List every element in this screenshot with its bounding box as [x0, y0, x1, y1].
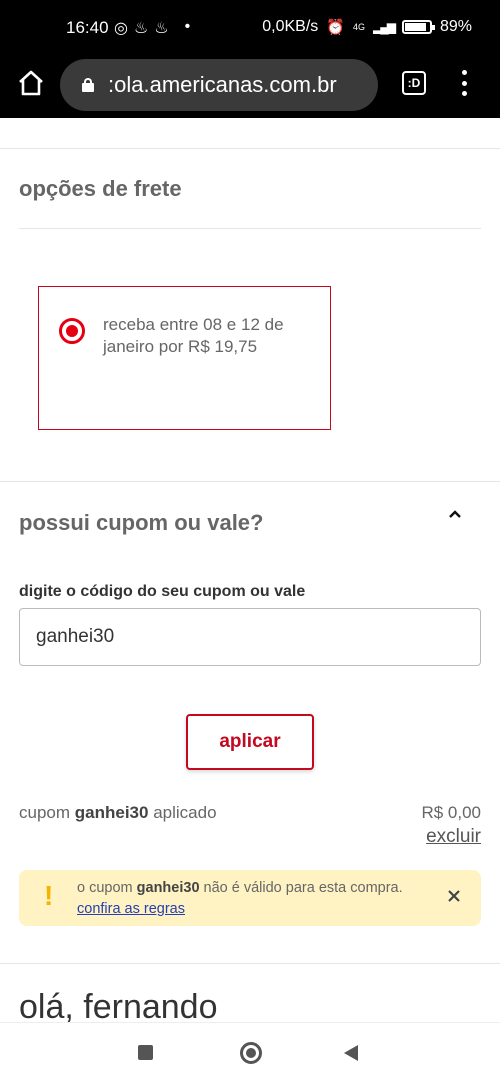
warning-suffix: não é válido para esta compra. — [203, 880, 403, 896]
coupon-warning-banner: ! o cupom ganhei30 não é válido para est… — [19, 870, 481, 926]
shipping-radio-selected[interactable] — [59, 318, 85, 344]
coupon-field-label: digite o código do seu cupom ou vale — [19, 583, 306, 600]
warning-code: ganhei30 — [136, 880, 200, 896]
battery-percent: 89% — [439, 18, 472, 35]
battery-fill — [404, 23, 427, 31]
signal-icon: ▂▄▆ — [373, 20, 396, 34]
divider-coupon — [0, 481, 500, 482]
notification-icons: ◎ ♨ ♨ • — [114, 18, 190, 38]
system-nav-bar — [0, 1022, 500, 1082]
shipping-option-card[interactable]: receba entre 08 e 12 de janeiro por R$ 1… — [38, 286, 331, 430]
coupon-status-suffix: aplicado — [153, 803, 217, 822]
coupon-discount-value: R$ 0,00 — [421, 803, 481, 822]
alarm-off-icon: ⏰ — [326, 19, 345, 36]
browser-toolbar: :ola.americanas.com.br :D — [0, 54, 500, 118]
fire-icon: ♨ — [133, 20, 149, 37]
warning-text: o cupom ganhei30 não é válido para esta … — [77, 878, 403, 920]
divider-top — [0, 148, 500, 149]
lock-icon — [82, 78, 94, 92]
shipping-option-text: receba entre 08 e 12 de janeiro por R$ 1… — [103, 315, 284, 356]
status-time: 16:40 — [66, 18, 109, 37]
rules-link[interactable]: confira as regras — [77, 901, 185, 917]
home-icon[interactable] — [16, 68, 46, 98]
recent-apps-icon[interactable] — [138, 1045, 153, 1060]
address-bar[interactable]: :ola.americanas.com.br — [60, 59, 378, 111]
warning-icon: ! — [44, 880, 54, 911]
shipping-title: opções de frete — [19, 176, 182, 201]
divider-shipping — [19, 228, 481, 229]
coupon-title: possui cupom ou vale? — [19, 510, 264, 535]
tabs-button[interactable]: :D — [402, 71, 426, 95]
network-speed: 0,0KB/s — [262, 18, 319, 35]
url-text: :ola.americanas.com.br — [108, 72, 337, 97]
coupon-status: cupom ganhei30 aplicado — [19, 803, 217, 823]
coupon-status-prefix: cupom — [19, 803, 71, 822]
back-icon[interactable] — [344, 1045, 358, 1061]
coupon-input[interactable] — [19, 608, 481, 666]
more-menu-icon[interactable] — [458, 70, 470, 96]
instagram-icon: ◎ — [114, 20, 128, 37]
warning-prefix: o cupom — [77, 880, 133, 896]
status-bar: 16:40 ◎ ♨ ♨ • 0,0KB/s ⏰ 4G ▂▄▆ 89% — [0, 0, 500, 54]
network-type: 4G — [352, 22, 365, 32]
home-nav-icon[interactable] — [240, 1042, 262, 1064]
close-icon[interactable] — [445, 887, 463, 905]
apply-button[interactable]: aplicar — [186, 714, 314, 770]
status-right: 0,0KB/s ⏰ 4G ▂▄▆ 89% — [262, 18, 472, 36]
dot-icon: • — [184, 18, 191, 35]
fire-icon-2: ♨ — [154, 20, 169, 37]
chevron-up-icon[interactable] — [447, 506, 463, 522]
divider-greeting — [0, 963, 500, 964]
battery-icon — [401, 20, 435, 34]
coupon-status-code: ganhei30 — [74, 803, 149, 822]
remove-coupon-link[interactable]: excluir — [426, 826, 481, 848]
